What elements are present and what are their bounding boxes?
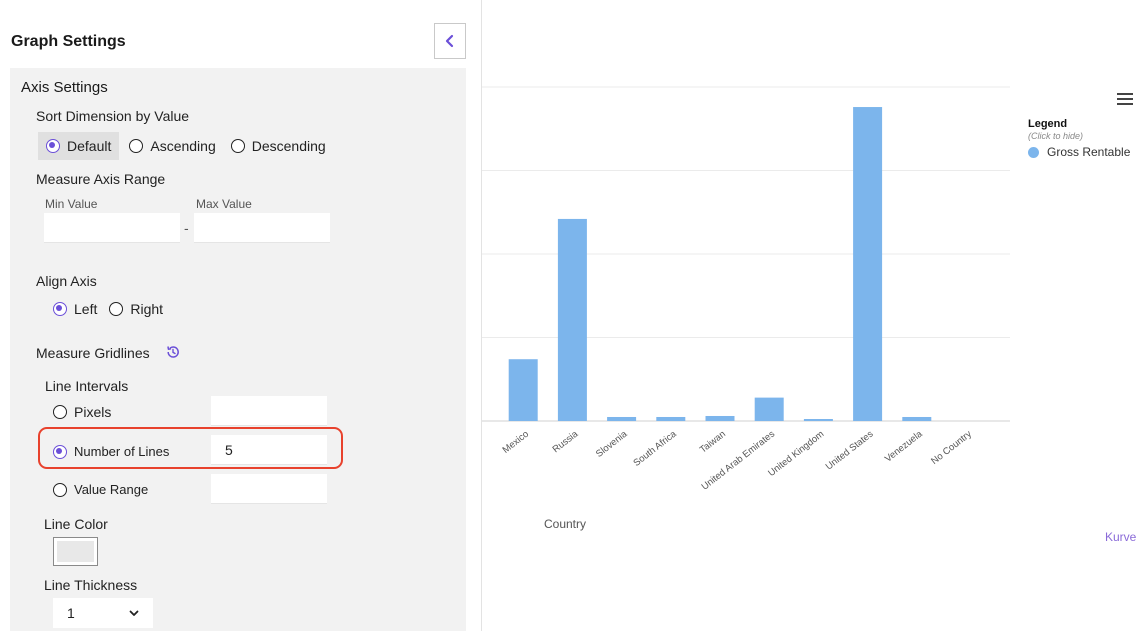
collapse-panel-button[interactable] xyxy=(434,23,466,59)
x-tick-label: Mexico xyxy=(501,429,531,456)
interval-value-range-label: Value Range xyxy=(74,482,149,497)
legend-subtitle: (Click to hide) xyxy=(1028,131,1084,141)
max-value-label: Max Value xyxy=(196,197,252,211)
value-range-input[interactable] xyxy=(211,474,327,504)
bar[interactable] xyxy=(853,107,883,421)
hamburger-menu-icon[interactable] xyxy=(1117,93,1133,105)
measure-axis-range-label: Measure Axis Range xyxy=(36,171,166,187)
sort-options: Default Ascending Descending xyxy=(38,132,326,160)
x-tick-labels: aelMexicoRussiaSloveniaSouth AfricaTaiwa… xyxy=(501,428,974,492)
legend-dot-icon xyxy=(1028,146,1039,158)
bar[interactable] xyxy=(557,218,587,421)
axis-settings-title: Axis Settings xyxy=(21,79,108,96)
line-color-swatch[interactable] xyxy=(53,537,98,566)
bar[interactable] xyxy=(656,416,686,421)
align-right-label: Right xyxy=(130,301,164,317)
kurve-link[interactable]: Kurve xyxy=(1105,530,1136,544)
radio-checked-icon xyxy=(46,139,60,153)
interval-pixels-label: Pixels xyxy=(74,404,112,420)
legend-item-label: Gross Rentable xyxy=(1047,145,1131,159)
sort-default-radio[interactable]: Default xyxy=(38,132,120,160)
radio-checked-icon xyxy=(53,444,67,459)
interval-number-row: Number of Lines xyxy=(53,444,169,459)
legend: Legend (Click to hide) Gross Rentable xyxy=(1028,118,1130,159)
history-reset-icon[interactable] xyxy=(165,344,181,360)
x-tick-label: Slovenia xyxy=(594,428,630,460)
number-of-lines-input[interactable] xyxy=(211,435,327,465)
range-dash: - xyxy=(184,220,189,236)
sort-dimension-label: Sort Dimension by Value xyxy=(36,108,190,124)
chevron-left-icon xyxy=(445,34,454,48)
bar[interactable] xyxy=(508,359,538,421)
line-thickness-value: 1 xyxy=(67,605,75,621)
panel-title: Graph Settings xyxy=(11,33,126,50)
sort-descending-radio[interactable]: Descending xyxy=(230,138,326,154)
x-tick-label: No Country xyxy=(929,429,974,467)
radio-unchecked-icon xyxy=(129,139,144,153)
sort-ascending-radio[interactable]: Ascending xyxy=(129,138,216,154)
x-tick-label: Venezuela xyxy=(883,428,925,464)
interval-number-of-lines-radio[interactable]: Number of Lines xyxy=(53,444,169,459)
line-thickness-label: Line Thickness xyxy=(44,577,138,593)
x-axis-title: Country xyxy=(544,517,586,531)
sort-default-label: Default xyxy=(67,138,112,154)
pixels-input[interactable] xyxy=(211,396,327,426)
legend-title: Legend xyxy=(1028,118,1068,130)
sort-descending-label: Descending xyxy=(251,138,326,154)
legend-item-gross-rentable[interactable]: Gross Rentable xyxy=(1028,145,1130,159)
align-left-radio[interactable]: Left xyxy=(53,301,97,317)
min-value-label: Min Value xyxy=(45,197,98,211)
radio-unchecked-icon xyxy=(53,482,67,497)
line-color-label: Line Color xyxy=(44,516,108,532)
bar[interactable] xyxy=(803,419,833,421)
graph-settings-panel: Graph Settings Axis Settings Sort Dimens… xyxy=(0,0,472,631)
interval-number-of-lines-label: Number of Lines xyxy=(74,444,170,459)
min-value-input[interactable] xyxy=(44,213,180,243)
panel-header: Graph Settings xyxy=(0,10,472,68)
align-right-radio[interactable]: Right xyxy=(109,301,163,317)
bar[interactable] xyxy=(754,397,784,421)
interval-pixels-row: Pixels xyxy=(53,404,111,420)
line-color-preview xyxy=(57,541,94,562)
align-options: Left Right xyxy=(53,301,163,317)
interval-pixels-radio[interactable]: Pixels xyxy=(53,404,111,420)
x-tick-label: United States xyxy=(824,429,876,473)
measure-gridlines-label: Measure Gridlines xyxy=(36,345,150,361)
bar[interactable] xyxy=(705,415,735,421)
align-left-label: Left xyxy=(74,301,98,317)
bars xyxy=(508,107,932,421)
bar[interactable] xyxy=(607,416,637,421)
interval-value-range-row: Value Range xyxy=(53,482,148,497)
x-tick-label: Taiwan xyxy=(698,429,728,456)
bar[interactable] xyxy=(902,416,932,421)
x-tick-label: Russia xyxy=(551,428,581,455)
align-axis-label: Align Axis xyxy=(36,273,97,289)
max-value-input[interactable] xyxy=(194,213,330,243)
chevron-down-icon xyxy=(129,610,139,616)
x-tick-label: South Africa xyxy=(632,428,680,469)
radio-unchecked-icon xyxy=(53,405,67,419)
radio-unchecked-icon xyxy=(230,139,245,153)
bar-chart: aelMexicoRussiaSloveniaSouth AfricaTaiwa… xyxy=(482,86,1010,531)
radio-checked-icon xyxy=(53,302,67,316)
sort-ascending-label: Ascending xyxy=(150,138,216,154)
radio-unchecked-icon xyxy=(109,302,124,316)
interval-value-range-radio[interactable]: Value Range xyxy=(53,482,148,497)
line-intervals-label: Line Intervals xyxy=(45,378,129,394)
line-thickness-select[interactable]: 1 xyxy=(53,598,153,628)
